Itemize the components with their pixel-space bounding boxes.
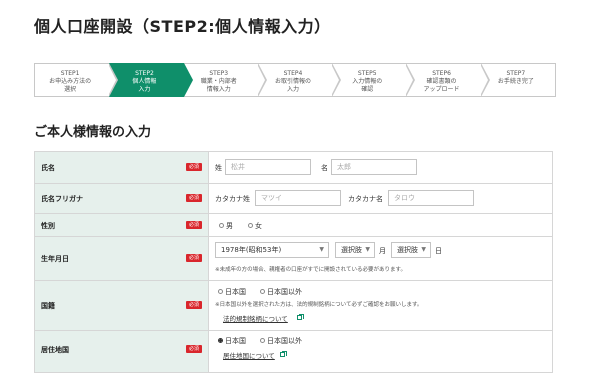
row-birthdate: 生年月日 必須 1978年(昭和53年) ▼ 選択肢 ▼ 月 選択肢 ▼ 日 ※… — [35, 237, 552, 281]
step-arrow — [331, 63, 342, 97]
residence-label: 居住地国 — [41, 346, 69, 354]
row-residence: 居住地国 必須 日本国 日本国以外 居住地国について — [35, 331, 552, 373]
step-2: STEP2 個人情報 入力 — [109, 63, 193, 97]
personal-info-form: 氏名 必須 姓 松井 名 太郎 氏名フリガナ 必須 カタカナ姓 マツイ カタカナ… — [34, 151, 553, 373]
kana-sei-input[interactable]: マツイ — [255, 190, 341, 206]
row-label-cell: 国籍 必須 — [35, 281, 209, 330]
name-label: 氏名 — [41, 164, 55, 172]
residence-japan-label: 日本国 — [225, 337, 246, 345]
residence-other-label: 日本国以外 — [267, 337, 302, 345]
gender-male-radio[interactable] — [219, 223, 224, 228]
step-4-label: STEP4 お取引情報の 入力 — [274, 70, 311, 93]
birth-day-value: 選択肢 — [397, 246, 418, 254]
external-link-icon — [280, 351, 287, 357]
step-indicator: STEP1 お申込み方法の 選択 STEP2 個人情報 入力 STEP3 職業・… — [34, 63, 556, 97]
section-title: ご本人様情報の入力 — [34, 125, 152, 140]
step-arrow — [182, 63, 193, 97]
row-label-cell: 氏名 必須 — [35, 152, 209, 183]
regulated-stocks-link[interactable]: 法的規制銘柄について — [223, 313, 288, 323]
step-arrow — [405, 63, 416, 97]
mei-input[interactable]: 太郎 — [331, 159, 417, 175]
birth-year-select[interactable]: 1978年(昭和53年) ▼ — [215, 242, 329, 258]
row-label-cell: 性別 必須 — [35, 214, 209, 236]
kana-mei-label: カタカナ名 — [348, 195, 383, 203]
external-link-icon — [297, 314, 304, 320]
month-unit: 月 — [379, 247, 386, 255]
row-value-cell: 姓 松井 名 太郎 — [209, 152, 552, 183]
chevron-down-icon: ▼ — [365, 246, 370, 253]
nationality-other-radio[interactable] — [260, 289, 265, 294]
gender-female-radio[interactable] — [248, 223, 253, 228]
step-3-label: STEP3 職業・内部者 情報入力 — [200, 70, 237, 93]
chevron-down-icon: ▼ — [319, 246, 324, 253]
required-badge: 必須 — [186, 301, 202, 309]
row-name: 氏名 必須 姓 松井 名 太郎 — [35, 152, 552, 184]
step-7-label: STEP7 お手続き完了 — [497, 70, 534, 85]
nationality-japan-label: 日本国 — [225, 288, 246, 296]
mei-label: 名 — [321, 164, 328, 172]
required-badge: 必須 — [186, 194, 202, 202]
birthdate-label: 生年月日 — [41, 255, 69, 263]
kana-mei-input[interactable]: タロウ — [388, 190, 474, 206]
row-value-cell: 1978年(昭和53年) ▼ 選択肢 ▼ 月 選択肢 ▼ 日 ※未成年の方の場合… — [209, 237, 552, 280]
nationality-other-label: 日本国以外 — [267, 288, 302, 296]
step-4: STEP4 お取引情報の 入力 — [257, 63, 342, 97]
step-1: STEP1 お申込み方法の 選択 — [34, 63, 119, 97]
day-unit: 日 — [435, 247, 442, 255]
kana-label: 氏名フリガナ — [41, 195, 83, 203]
page-title: 個人口座開設（STEP2:個人情報入力） — [34, 17, 331, 36]
step-6: STEP6 確認書類の アップロード — [406, 63, 490, 97]
birthdate-note: ※未成年の方の場合、親権者の口座がすでに開設されている必要があります。 — [215, 267, 406, 273]
required-badge: 必須 — [186, 254, 202, 262]
required-badge: 必須 — [186, 345, 202, 353]
birth-year-value: 1978年(昭和53年) — [221, 246, 282, 254]
required-badge: 必須 — [186, 221, 202, 229]
step-arrow — [479, 63, 490, 97]
row-label-cell: 氏名フリガナ 必須 — [35, 184, 209, 213]
residence-japan-radio[interactable] — [218, 338, 223, 343]
sei-label: 姓 — [215, 164, 222, 172]
step-7: STEP7 お手続き完了 — [480, 63, 556, 97]
birth-day-select[interactable]: 選択肢 ▼ — [391, 242, 431, 258]
sei-input[interactable]: 松井 — [225, 159, 311, 175]
nationality-label: 国籍 — [41, 302, 55, 310]
step-arrow — [108, 63, 119, 97]
gender-female-label: 女 — [255, 222, 262, 230]
chevron-down-icon: ▼ — [421, 246, 426, 253]
step-5-label: STEP5 入力情報の 確認 — [352, 70, 383, 93]
row-label-cell: 居住地国 必須 — [35, 331, 209, 372]
step-2-label: STEP2 個人情報 入力 — [132, 70, 157, 93]
residence-country-link[interactable]: 居住地国について — [223, 350, 275, 360]
gender-male-label: 男 — [226, 222, 233, 230]
kana-sei-label: カタカナ姓 — [215, 195, 250, 203]
row-value-cell: 日本国 日本国以外 居住地国について — [209, 331, 552, 372]
required-badge: 必須 — [186, 163, 202, 171]
row-label-cell: 生年月日 必須 — [35, 237, 209, 280]
step-6-label: STEP6 確認書類の アップロード — [423, 70, 460, 93]
birth-month-value: 選択肢 — [341, 246, 362, 254]
row-value-cell: 男 女 — [209, 214, 552, 236]
nationality-japan-radio[interactable] — [218, 289, 223, 294]
nationality-note: ※日本国以外を選択された方は、法的規制銘柄について必ずご確認をお願いします。 — [215, 302, 423, 308]
row-value-cell: 日本国 日本国以外 ※日本国以外を選択された方は、法的規制銘柄について必ずご確認… — [209, 281, 552, 330]
birth-month-select[interactable]: 選択肢 ▼ — [335, 242, 375, 258]
row-gender: 性別 必須 男 女 — [35, 214, 552, 237]
step-1-label: STEP1 お申込み方法の 選択 — [49, 70, 92, 93]
row-value-cell: カタカナ姓 マツイ カタカナ名 タロウ — [209, 184, 552, 213]
step-arrow — [256, 63, 267, 97]
row-kana: 氏名フリガナ 必須 カタカナ姓 マツイ カタカナ名 タロウ — [35, 184, 552, 214]
row-nationality: 国籍 必須 日本国 日本国以外 ※日本国以外を選択された方は、法的規制銘柄につい… — [35, 281, 552, 331]
residence-other-radio[interactable] — [260, 338, 265, 343]
step-3: STEP3 職業・内部者 情報入力 — [183, 63, 267, 97]
step-5: STEP5 入力情報の 確認 — [332, 63, 416, 97]
gender-label: 性別 — [41, 222, 55, 230]
